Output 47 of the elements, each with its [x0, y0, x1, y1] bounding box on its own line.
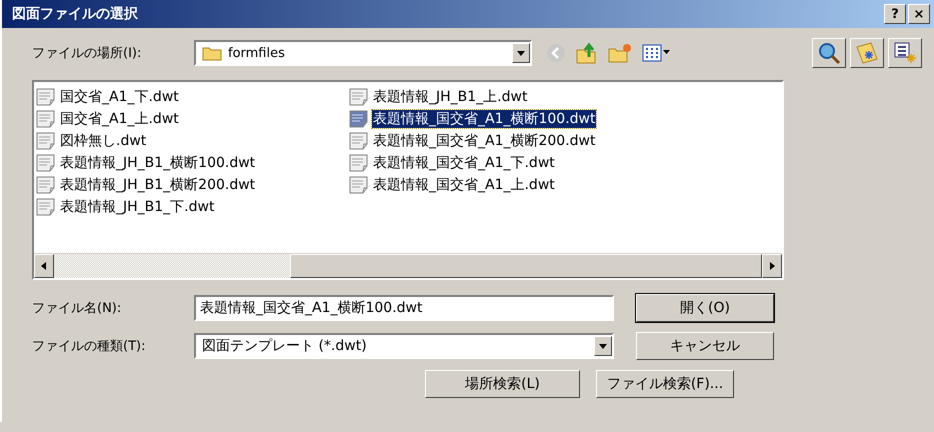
file-name-field[interactable]: 表題情報_国交省_A1_横断100.dwt [194, 295, 614, 321]
file-item[interactable]: 表題情報_JH_B1_下.dwt [36, 196, 349, 218]
folder-icon [202, 45, 222, 61]
scroll-left-icon[interactable] [39, 261, 49, 271]
file-name: 表題情報_国交省_A1_上.dwt [372, 176, 556, 194]
grid-star-icon [893, 41, 917, 65]
location-label: ファイルの場所(I): [32, 45, 142, 62]
file-name: 表題情報_JH_B1_下.dwt [59, 198, 216, 216]
file-item[interactable]: 表題情報_JH_B1_上.dwt [349, 86, 662, 108]
file-name: 表題情報_国交省_A1_下.dwt [372, 154, 556, 172]
file-item[interactable]: 表題情報_JH_B1_横断200.dwt [36, 174, 349, 196]
file-name: 国交省_A1_下.dwt [59, 88, 180, 106]
file-name: 図枠無し.dwt [59, 132, 148, 150]
location-dropdown[interactable]: formfiles [194, 40, 532, 66]
file-item[interactable]: 図枠無し.dwt [36, 130, 349, 152]
close-button[interactable]: × [908, 4, 930, 24]
file-item[interactable]: 表題情報_国交省_A1_下.dwt [349, 152, 662, 174]
grid-star-button[interactable] [888, 38, 922, 68]
cancel-button[interactable]: キャンセル [636, 332, 774, 360]
search-action-button[interactable]: 場所検索(L) [425, 370, 580, 398]
file-name: 表題情報_JH_B1_横断200.dwt [59, 176, 256, 194]
file-item[interactable]: 表題情報_国交省_A1_横断200.dwt [349, 130, 662, 152]
folder-star-icon [855, 41, 879, 65]
file-type-dropdown[interactable]: 図面テンプレート (*.dwt) [194, 333, 614, 359]
scroll-thumb[interactable] [290, 254, 762, 278]
file-type-label: ファイルの種類(T): [32, 338, 146, 355]
file-name: 国交省_A1_上.dwt [59, 110, 180, 128]
help-button[interactable]: ? [884, 4, 906, 24]
window-title: 図面ファイルの選択 [12, 5, 138, 23]
file-item[interactable]: 表題情報_国交省_A1_上.dwt [349, 174, 662, 196]
file-item[interactable]: 表題情報_JH_B1_横断100.dwt [36, 152, 349, 174]
search-button[interactable] [812, 38, 846, 68]
file-name: 表題情報_国交省_A1_横断100.dwt [372, 110, 596, 128]
file-item[interactable]: 国交省_A1_下.dwt [36, 86, 349, 108]
file-item[interactable]: 国交省_A1_上.dwt [36, 108, 349, 130]
file-name-label: ファイル名(N): [32, 300, 122, 317]
file-name: 表題情報_JH_B1_上.dwt [372, 88, 528, 106]
file-item[interactable]: 表題情報_国交省_A1_横断100.dwt [349, 108, 662, 130]
file-name: 表題情報_JH_B1_横断100.dwt [59, 154, 256, 172]
view-menu-icon[interactable] [642, 44, 672, 62]
search-icon [817, 41, 841, 65]
search-action-button[interactable]: ファイル検索(F)... [596, 370, 734, 398]
file-name: 表題情報_国交省_A1_横断200.dwt [372, 132, 596, 150]
open-button[interactable]: 開く(O) [636, 294, 774, 322]
horizontal-scrollbar[interactable] [34, 253, 782, 278]
scroll-right-icon[interactable] [767, 261, 777, 271]
folder-star-button[interactable] [850, 38, 884, 68]
